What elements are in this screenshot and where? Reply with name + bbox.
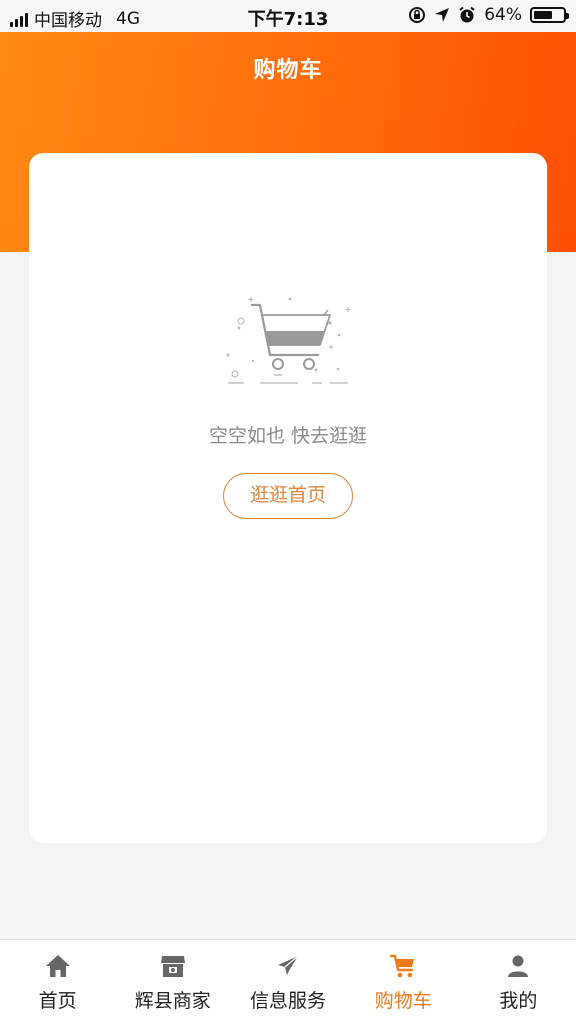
- tab-label: 辉县商家: [134, 990, 211, 1012]
- cart-icon: [390, 954, 415, 978]
- empty-cart-icon: [226, 297, 351, 384]
- store-icon: [160, 956, 185, 977]
- user-icon: [508, 955, 529, 977]
- home-icon: [45, 955, 70, 977]
- alarm-clock-icon: [459, 6, 475, 23]
- tab-profile[interactable]: 我的: [461, 940, 576, 1024]
- browse-home-button[interactable]: 逛逛首页: [223, 473, 353, 519]
- location-arrow-icon: [435, 8, 450, 22]
- rotation-lock-icon: [409, 7, 426, 23]
- tab-bar: 首页 辉县商家 信息服务 购物车 我的: [0, 939, 576, 1024]
- tab-cart[interactable]: 购物车: [346, 940, 461, 1024]
- battery-fill: [534, 11, 552, 19]
- tab-info-services[interactable]: 信息服务: [230, 940, 345, 1024]
- page-title: 购物车: [253, 58, 323, 83]
- tab-label: 信息服务: [250, 990, 327, 1012]
- tab-label: 我的: [499, 990, 538, 1012]
- status-bar: 中国移动 4G 下午7:13 64%: [0, 0, 576, 32]
- tab-label: 首页: [38, 990, 77, 1012]
- empty-cart-card: 空空如也 快去逛逛 逛逛首页: [29, 153, 547, 843]
- battery-percent: 64%: [484, 5, 522, 25]
- tab-merchants[interactable]: 辉县商家: [115, 940, 230, 1024]
- empty-cart-message: 空空如也 快去逛逛: [208, 425, 368, 447]
- paper-plane-icon: [278, 955, 299, 975]
- tab-home[interactable]: 首页: [0, 940, 115, 1024]
- tab-label: 购物车: [374, 990, 432, 1012]
- status-right: 64%: [408, 5, 569, 25]
- battery-icon: [530, 7, 569, 23]
